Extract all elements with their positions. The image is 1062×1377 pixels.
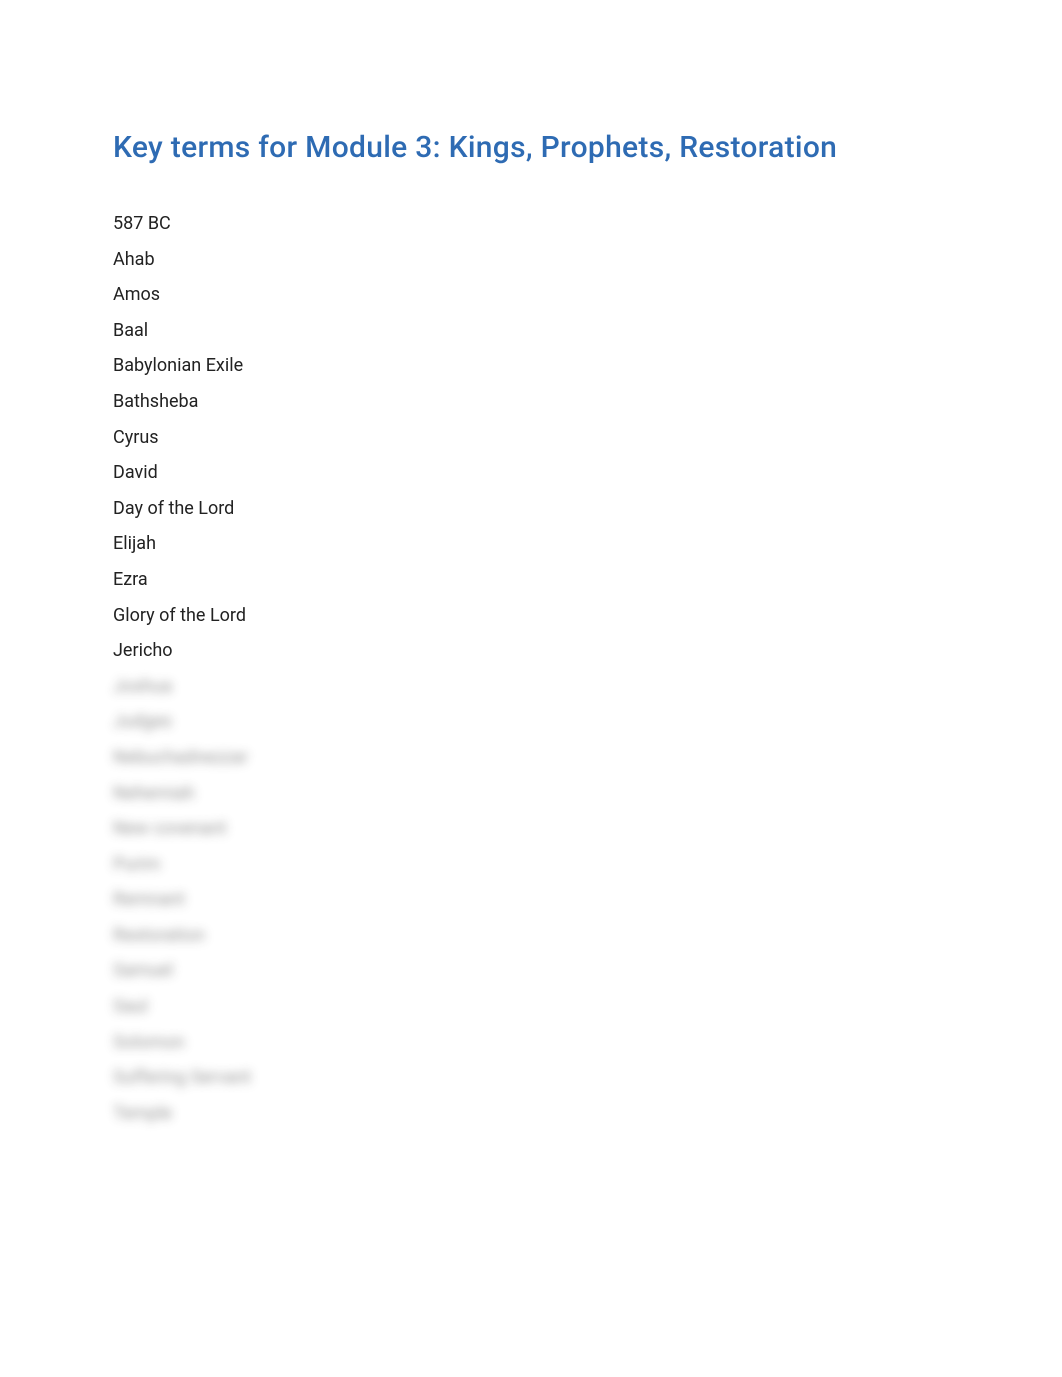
term-item: Babylonian Exile: [113, 355, 949, 377]
term-item: Nebuchadnezzar: [113, 747, 949, 769]
term-item: Remnant: [113, 889, 949, 911]
term-item: Nehemiah: [113, 783, 949, 805]
term-item: Bathsheba: [113, 391, 949, 413]
term-item: Temple: [113, 1103, 949, 1125]
term-item: 587 BC: [113, 213, 949, 235]
term-item: New covenant: [113, 818, 949, 840]
term-item: Elijah: [113, 533, 949, 555]
term-item: Judges: [113, 711, 949, 733]
term-item: Glory of the Lord: [113, 605, 949, 627]
term-item: Saul: [113, 996, 949, 1018]
term-list: 587 BC Ahab Amos Baal Babylonian Exile Bathsh…: [113, 213, 949, 1124]
term-item: Cyrus: [113, 427, 949, 449]
term-item: Purim: [113, 854, 949, 876]
term-item: Ezra: [113, 569, 949, 591]
term-item: Ahab: [113, 249, 949, 271]
term-item: Baal: [113, 320, 949, 342]
term-item: Joshua: [113, 676, 949, 698]
term-item: Suffering Servant: [113, 1067, 949, 1089]
page-title: Key terms for Module 3: Kings, Prophets,…: [113, 130, 949, 165]
term-item: Solomon: [113, 1032, 949, 1054]
term-item: Jericho: [113, 640, 949, 662]
term-item: Day of the Lord: [113, 498, 949, 520]
term-item: David: [113, 462, 949, 484]
term-item: Samuel: [113, 960, 949, 982]
term-item: Amos: [113, 284, 949, 306]
term-item: Restoration: [113, 925, 949, 947]
